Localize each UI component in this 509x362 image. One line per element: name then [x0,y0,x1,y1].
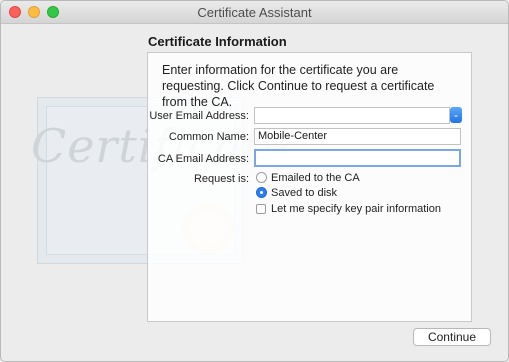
window-title: Certificate Assistant [197,5,312,20]
titlebar: Certificate Assistant [1,1,508,24]
request-is-label: Request is: [193,173,249,185]
continue-button[interactable]: Continue [413,328,491,346]
radio-saved-to-disk[interactable] [256,187,267,198]
key-pair-checkbox[interactable] [256,204,266,214]
common-name-field[interactable]: Mobile-Center [254,128,461,145]
chevron-updown-icon: ⌄ [452,110,460,119]
user-email-dropdown-button[interactable]: ⌄ [450,107,462,123]
ca-email-field[interactable] [254,149,461,167]
user-email-field[interactable] [254,107,450,124]
section-heading: Certificate Information [148,34,287,49]
window: Certificate Assistant Certificate Certif… [0,0,509,362]
intro-text: Enter information for the certificate yo… [162,63,435,109]
radio-emailed-to-ca-label: Emailed to the CA [271,172,360,184]
user-email-label: User Email Address: [149,110,249,122]
ca-email-label: CA Email Address: [157,153,249,165]
radio-emailed-to-ca[interactable] [256,172,267,183]
key-pair-checkbox-label: Let me specify key pair information [271,203,441,215]
common-name-label: Common Name: [168,131,249,143]
radio-saved-to-disk-label: Saved to disk [271,187,338,199]
